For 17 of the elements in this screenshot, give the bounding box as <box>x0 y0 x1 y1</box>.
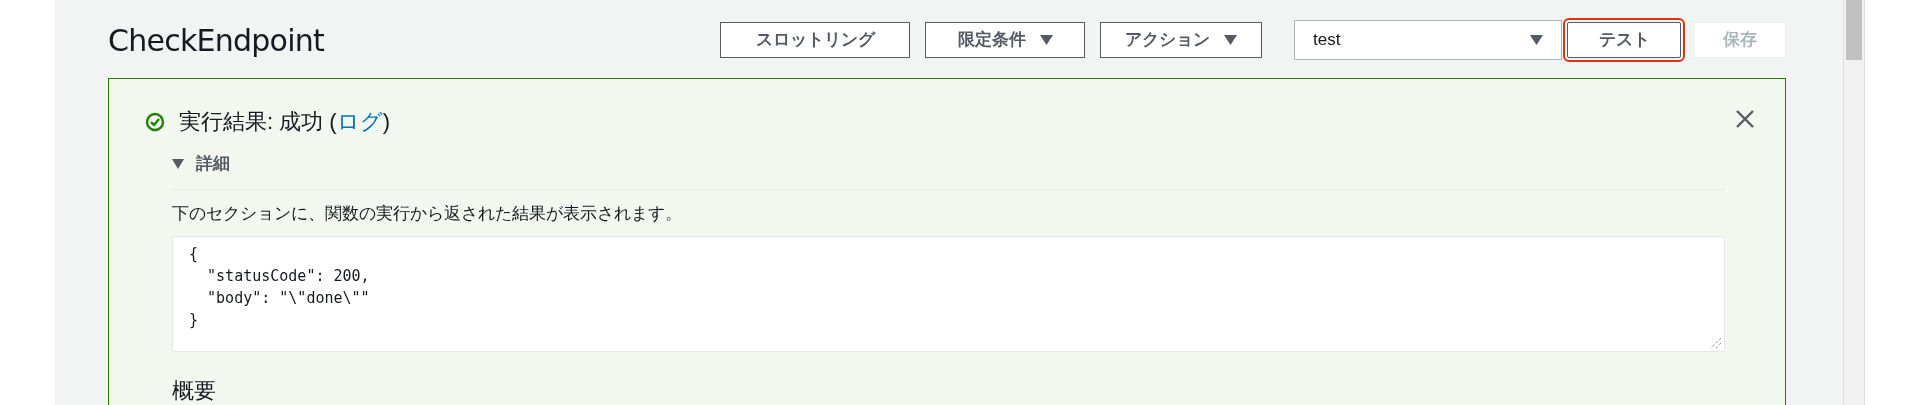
output-code: { "statusCode": 200, "body": "\"done\"" } <box>189 243 370 331</box>
toolbar-button[interactable]: スロットリング <box>720 22 910 58</box>
close-icon[interactable] <box>1735 109 1755 129</box>
summary-heading: 概要 <box>172 376 217 405</box>
toolbar-button[interactable]: 限定条件 <box>925 22 1085 58</box>
toolbar-button[interactable]: アクション <box>1100 22 1262 58</box>
caret-icon <box>1530 35 1543 45</box>
output-textarea[interactable]: { "statusCode": 200, "body": "\"done\"" } <box>172 235 1725 352</box>
result-heading: 実行結果: 成功 (ログ) <box>179 108 390 136</box>
description-text: 下のセクションに、関数の実行から返された結果が表示されます。 <box>172 203 683 225</box>
scrollbar-thumb[interactable] <box>1846 0 1862 60</box>
caret-icon <box>172 158 184 170</box>
log-link[interactable]: ログ <box>336 109 383 134</box>
function-title: CheckEndpoint <box>108 21 325 60</box>
details-toggle[interactable]: 詳細 <box>172 150 230 178</box>
resize-handle-icon[interactable] <box>1710 336 1722 349</box>
test-event-select[interactable]: test <box>1294 20 1562 60</box>
